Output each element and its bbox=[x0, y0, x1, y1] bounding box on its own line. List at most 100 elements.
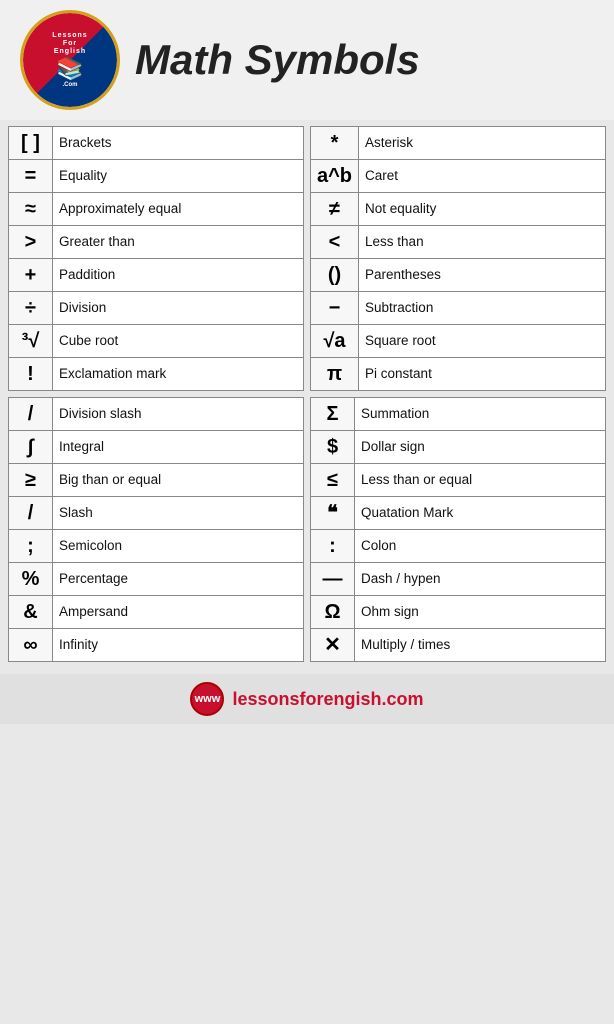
table-row: %Percentage bbox=[9, 563, 304, 596]
footer-url: lessonsforengish.com bbox=[232, 689, 423, 710]
label-cell: Exclamation mark bbox=[53, 358, 304, 391]
label-cell: Equality bbox=[53, 160, 304, 193]
symbol-cell: ≤ bbox=[311, 464, 355, 497]
symbol-cell: + bbox=[9, 259, 53, 292]
symbol-cell: − bbox=[311, 292, 359, 325]
symbol-cell: / bbox=[9, 497, 53, 530]
table-section1-right: *Asteriska^bCaret≠Not equality<Less than… bbox=[310, 126, 606, 391]
table-row: ∞Infinity bbox=[9, 629, 304, 662]
label-cell: Not equality bbox=[359, 193, 606, 226]
footer-logo-text: www bbox=[195, 693, 221, 705]
label-cell: Summation bbox=[355, 398, 606, 431]
table-row: ΩOhm sign bbox=[311, 596, 606, 629]
table-section1-left: [ ]Brackets=Equality≈Approximately equal… bbox=[8, 126, 304, 391]
symbol-cell: < bbox=[311, 226, 359, 259]
symbol-cell: () bbox=[311, 259, 359, 292]
label-cell: Integral bbox=[53, 431, 304, 464]
label-cell: Ampersand bbox=[53, 596, 304, 629]
table-row: ≤Less than or equal bbox=[311, 464, 606, 497]
table-row: >Greater than bbox=[9, 226, 304, 259]
table-row: ΣSummation bbox=[311, 398, 606, 431]
label-cell: Semicolon bbox=[53, 530, 304, 563]
symbol-cell: ✕ bbox=[311, 629, 355, 662]
label-cell: Greater than bbox=[53, 226, 304, 259]
symbol-cell: ! bbox=[9, 358, 53, 391]
label-cell: Colon bbox=[355, 530, 606, 563]
symbol-cell: $ bbox=[311, 431, 355, 464]
table-row: πPi constant bbox=[311, 358, 606, 391]
table-row: ∫Integral bbox=[9, 431, 304, 464]
label-cell: Ohm sign bbox=[355, 596, 606, 629]
label-cell: Infinity bbox=[53, 629, 304, 662]
label-cell: Quatation Mark bbox=[355, 497, 606, 530]
logo-inner: LessonsForEnglish 📚 .Com bbox=[23, 13, 117, 107]
logo-text-top: LessonsForEnglish bbox=[52, 32, 87, 55]
symbol-cell: ³√ bbox=[9, 325, 53, 358]
symbol-cell: > bbox=[9, 226, 53, 259]
table-section2-left: /Division slash∫Integral≥Big than or equ… bbox=[8, 397, 304, 662]
symbol-cell: ❝ bbox=[311, 497, 355, 530]
label-cell: Dollar sign bbox=[355, 431, 606, 464]
section-2: /Division slash∫Integral≥Big than or equ… bbox=[8, 397, 606, 662]
table-row: ()Parentheses bbox=[311, 259, 606, 292]
symbol-cell: ÷ bbox=[9, 292, 53, 325]
symbol-cell: ≈ bbox=[9, 193, 53, 226]
label-cell: Less than bbox=[359, 226, 606, 259]
table-row: <Less than bbox=[311, 226, 606, 259]
label-cell: Asterisk bbox=[359, 127, 606, 160]
symbol-cell: [ ] bbox=[9, 127, 53, 160]
table-row: ❝Quatation Mark bbox=[311, 497, 606, 530]
table-row: −Subtraction bbox=[311, 292, 606, 325]
symbol-cell: a^b bbox=[311, 160, 359, 193]
table-row: ≥Big than or equal bbox=[9, 464, 304, 497]
table-row: $Dollar sign bbox=[311, 431, 606, 464]
symbol-cell: √a bbox=[311, 325, 359, 358]
symbol-cell: % bbox=[9, 563, 53, 596]
label-cell: Caret bbox=[359, 160, 606, 193]
table-row: :Colon bbox=[311, 530, 606, 563]
label-cell: Square root bbox=[359, 325, 606, 358]
symbol-cell: * bbox=[311, 127, 359, 160]
table-row: =Equality bbox=[9, 160, 304, 193]
page-title: Math Symbols bbox=[135, 36, 420, 84]
label-cell: Slash bbox=[53, 497, 304, 530]
table-row: √aSquare root bbox=[311, 325, 606, 358]
symbol-cell: ; bbox=[9, 530, 53, 563]
header: LessonsForEnglish 📚 .Com Math Symbols bbox=[0, 0, 614, 120]
table-row: ;Semicolon bbox=[9, 530, 304, 563]
symbol-cell: Σ bbox=[311, 398, 355, 431]
footer: www lessonsforengish.com bbox=[0, 674, 614, 724]
symbol-cell: & bbox=[9, 596, 53, 629]
logo-text-bottom: .Com bbox=[63, 82, 78, 88]
table-row: !Exclamation mark bbox=[9, 358, 304, 391]
table-row: [ ]Brackets bbox=[9, 127, 304, 160]
label-cell: Paddition bbox=[53, 259, 304, 292]
table-section2-right: ΣSummation$Dollar sign≤Less than or equa… bbox=[310, 397, 606, 662]
tables-container: [ ]Brackets=Equality≈Approximately equal… bbox=[0, 120, 614, 668]
symbol-cell: ≥ bbox=[9, 464, 53, 497]
label-cell: Pi constant bbox=[359, 358, 606, 391]
footer-logo: www bbox=[190, 682, 224, 716]
table-row: /Division slash bbox=[9, 398, 304, 431]
table-row: ≠Not equality bbox=[311, 193, 606, 226]
label-cell: Multiply / times bbox=[355, 629, 606, 662]
table-row: a^bCaret bbox=[311, 160, 606, 193]
logo-icon: 📚 bbox=[56, 56, 83, 82]
symbol-cell: = bbox=[9, 160, 53, 193]
symbol-cell: ∞ bbox=[9, 629, 53, 662]
symbol-cell: / bbox=[9, 398, 53, 431]
label-cell: Dash / hypen bbox=[355, 563, 606, 596]
symbol-cell: π bbox=[311, 358, 359, 391]
symbol-cell: Ω bbox=[311, 596, 355, 629]
table-row: &Ampersand bbox=[9, 596, 304, 629]
label-cell: Subtraction bbox=[359, 292, 606, 325]
symbol-cell: ∫ bbox=[9, 431, 53, 464]
label-cell: Cube root bbox=[53, 325, 304, 358]
table-row: /Slash bbox=[9, 497, 304, 530]
table-row: ÷Division bbox=[9, 292, 304, 325]
table-row: ≈Approximately equal bbox=[9, 193, 304, 226]
table-row: ✕Multiply / times bbox=[311, 629, 606, 662]
table-row: ³√Cube root bbox=[9, 325, 304, 358]
label-cell: Parentheses bbox=[359, 259, 606, 292]
label-cell: Division slash bbox=[53, 398, 304, 431]
